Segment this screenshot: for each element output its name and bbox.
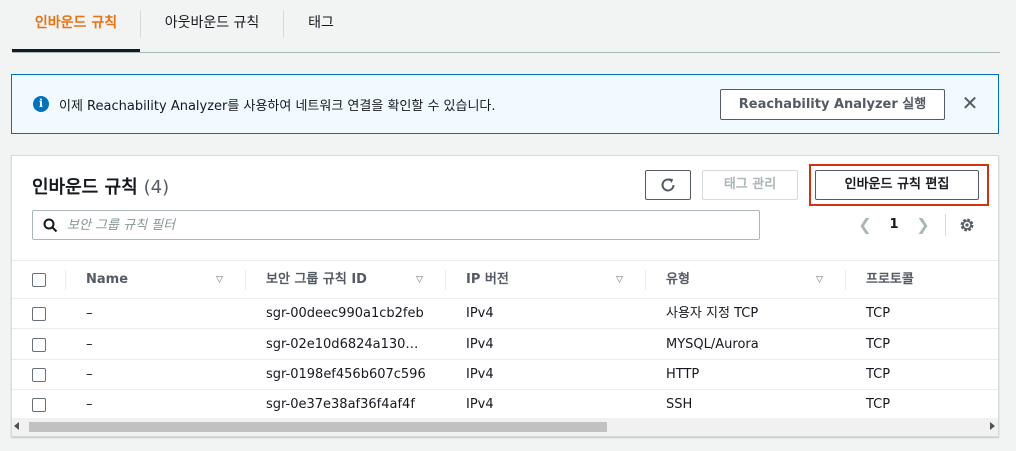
cell-type: MYSQL/Aurora [666,337,759,352]
gear-icon[interactable] [958,216,976,234]
pager-divider [945,214,946,236]
tab-bar: 인바운드 규칙 아웃바운드 규칙 태그 [12,0,1000,53]
row-checkbox[interactable] [32,368,46,382]
cell-type: 사용자 지정 TCP [666,306,759,321]
search-box [32,210,760,240]
chevron-right-icon[interactable]: ❯ [913,214,933,236]
cell-protocol: TCP [866,337,891,352]
row-checkbox[interactable] [32,398,46,412]
table-row[interactable]: – sgr-00deec990a1cb2feb IPv4 사용자 지정 TCP … [12,299,998,329]
sort-icon[interactable]: ▽ [416,275,423,285]
close-icon[interactable]: ✕ [958,89,982,117]
panel-title-text: 인바운드 규칙 [32,177,138,198]
horizontal-scrollbar[interactable] [12,418,998,436]
search-icon [43,218,58,233]
edit-inbound-rules-button[interactable]: 인바운드 규칙 편집 [815,170,979,200]
table-header: Name ▽ 보안 그룹 규칙 ID ▽ IP 버전 ▽ 유형 ▽ 프로토콜 [12,260,998,299]
sort-icon[interactable]: ▽ [616,275,623,285]
column-header-rule-id[interactable]: 보안 그룹 규칙 ID [266,261,367,299]
cell-name: – [86,337,93,352]
cell-protocol: TCP [866,397,891,412]
page-number[interactable]: 1 [884,214,904,236]
sort-icon[interactable]: ▽ [216,275,223,285]
cell-protocol: TCP [866,367,891,382]
scrollbar-thumb[interactable] [29,422,607,432]
cell-ip-version: IPv4 [466,367,494,382]
row-checkbox[interactable] [32,307,46,321]
cell-ip-version: IPv4 [466,397,494,412]
scroll-left-arrow-icon[interactable] [14,422,19,430]
row-checkbox[interactable] [32,338,46,352]
column-divider [65,270,66,290]
column-header-ip-version[interactable]: IP 버전 [466,261,509,299]
cell-name: – [86,397,93,412]
column-divider [245,270,246,290]
panel-title: 인바운드 규칙 (4) [32,173,169,199]
cell-type: SSH [666,397,693,412]
tab-outbound-rules[interactable]: 아웃바운드 규칙 [141,0,283,52]
cell-rule-id: sgr-00deec990a1cb2feb [266,306,424,321]
cell-type: HTTP [666,367,700,382]
chevron-left-icon[interactable]: ❮ [855,214,875,236]
column-divider [845,270,846,290]
column-divider [445,270,446,290]
cell-rule-id: sgr-0198ef456b607c596 [266,367,426,382]
inbound-rules-panel: 인바운드 규칙(4) 태그 관리 인바운드 규칙 편집 ❮ 1 ❯ Name ▽… [11,155,999,437]
run-reachability-analyzer-button[interactable]: Reachability Analyzer 실행 [720,89,945,120]
scroll-right-arrow-icon[interactable] [990,422,995,430]
sort-icon[interactable]: ▽ [816,275,823,285]
table-row[interactable]: – sgr-0e37e38af36f4af4f IPv4 SSH TCP [12,390,998,420]
table-row[interactable]: – sgr-02e10d6824a130… IPv4 MYSQL/Aurora … [12,330,998,360]
cell-name: – [86,367,93,382]
refresh-icon [661,178,675,192]
manage-tags-button[interactable]: 태그 관리 [702,170,798,200]
refresh-button[interactable] [645,170,691,200]
cell-rule-id: sgr-02e10d6824a130… [266,337,419,352]
table-row[interactable]: – sgr-0198ef456b607c596 IPv4 HTTP TCP [12,360,998,390]
cell-ip-version: IPv4 [466,306,494,321]
column-divider [645,270,646,290]
info-icon: i [33,96,49,112]
tab-tags[interactable]: 태그 [284,0,358,52]
info-banner: i 이제 Reachability Analyzer를 사용하여 네트워크 연결… [11,74,999,134]
rule-count: (4) [143,177,170,198]
cell-rule-id: sgr-0e37e38af36f4af4f [266,397,415,412]
cell-protocol: TCP [866,306,891,321]
search-input[interactable] [67,211,747,239]
column-header-type[interactable]: 유형 [666,261,690,299]
select-all-checkbox[interactable] [32,273,46,287]
column-header-name[interactable]: Name [86,261,128,299]
cell-name: – [86,306,93,321]
column-header-protocol[interactable]: 프로토콜 [866,261,914,299]
banner-message: 이제 Reachability Analyzer를 사용하여 네트워크 연결을 … [59,99,496,114]
tab-inbound-rules[interactable]: 인바운드 규칙 [12,0,140,52]
cell-ip-version: IPv4 [466,337,494,352]
